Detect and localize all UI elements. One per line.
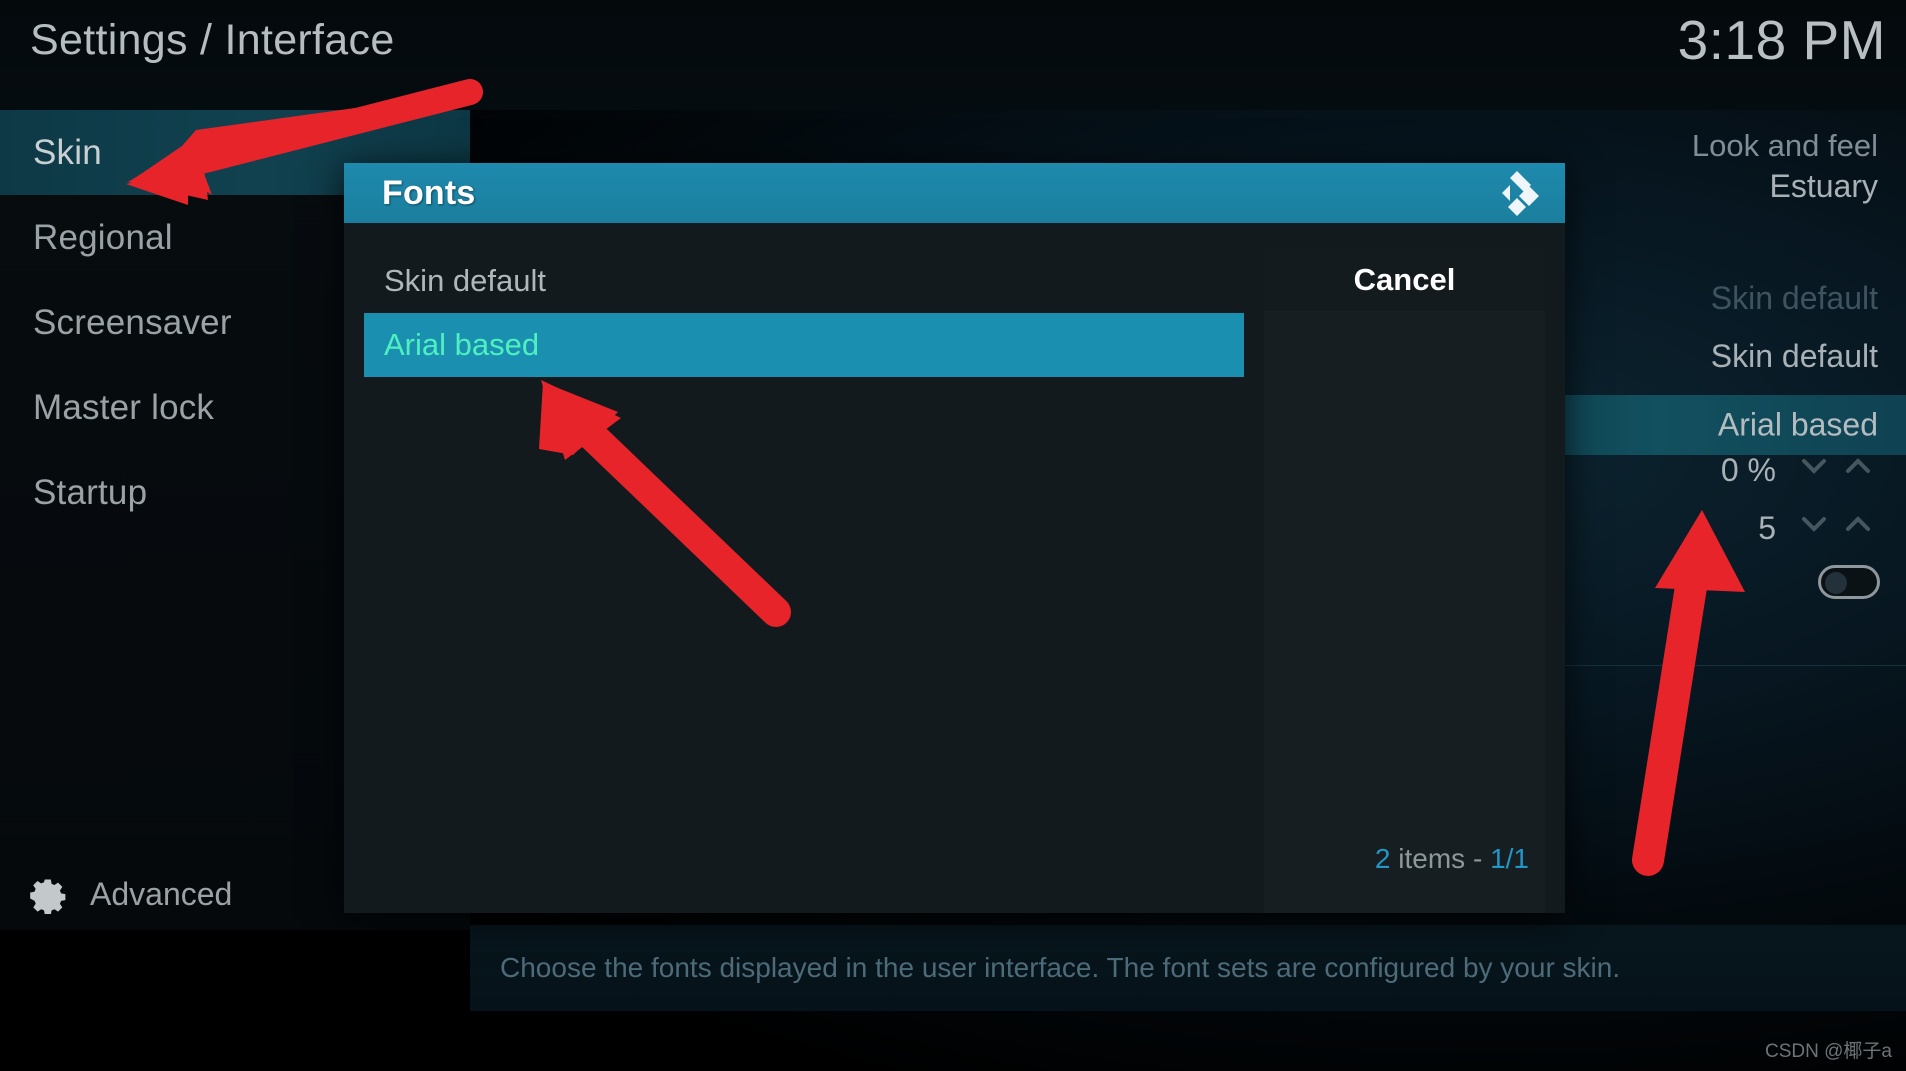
description-bar: Choose the fonts displayed in the user i… (470, 925, 1906, 1011)
settings-row-skin-default-value[interactable]: Skin default (1711, 338, 1878, 375)
fonts-dialog: Fonts Skin default Arial based Cancel 2 … (344, 163, 1565, 913)
chevron-up-icon (1846, 458, 1870, 473)
settings-row-colors-value[interactable]: Skin default (1711, 280, 1878, 317)
sidebar-item-label: Regional (33, 218, 173, 257)
sidebar-item-label: Screensaver (33, 303, 232, 342)
sidebar-advanced-label: Advanced (90, 875, 233, 912)
sidebar-item-label: Startup (33, 473, 148, 512)
option-label: Skin default (384, 263, 546, 298)
settings-row-font-label: Arial based (1717, 406, 1878, 443)
dialog-side-pane: Cancel 2 items - 1/1 (1264, 249, 1545, 913)
top-bar: Settings / Interface 3:18 PM (0, 0, 1906, 110)
font-options-list: Skin default Arial based (364, 249, 1244, 881)
dialog-title: Fonts (382, 173, 476, 212)
section-heading-look-and-feel: Look and feel (1691, 128, 1878, 163)
gear-icon (28, 874, 68, 914)
watermark: CSDN @椰子a (1765, 1041, 1892, 1062)
clock: 3:18 PM (1677, 9, 1886, 71)
item-count: 2 items - 1/1 (1375, 843, 1529, 875)
kodi-settings-screen: Settings / Interface 3:18 PM Skin Region… (0, 0, 1906, 1071)
dialog-body: Skin default Arial based Cancel 2 items … (344, 223, 1565, 913)
chevron-down-icon (1802, 459, 1826, 474)
dialog-header: Fonts (344, 163, 1565, 223)
sidebar-item-label: Skin (33, 133, 102, 172)
item-count-total: 2 (1374, 843, 1391, 874)
chevron-down-icon (1802, 517, 1826, 532)
description-text: Choose the fonts displayed in the user i… (500, 952, 1621, 983)
settings-row-scroll-value: 5 (1758, 510, 1776, 546)
page-title: Settings / Interface (30, 16, 395, 64)
settings-row-skin-value[interactable]: Estuary (1770, 168, 1878, 205)
option-label: Arial based (384, 327, 540, 362)
item-count-page: 1/1 (1490, 843, 1529, 874)
cancel-button[interactable]: Cancel (1264, 249, 1545, 311)
chevron-up-icon (1846, 516, 1870, 531)
scroll-spinner[interactable] (1798, 512, 1882, 538)
rss-toggle[interactable] (1818, 565, 1880, 599)
item-count-label: items - (1398, 843, 1483, 874)
kodi-logo-icon (1491, 167, 1543, 219)
dialog-option-skin-default[interactable]: Skin default (364, 249, 1244, 313)
zoom-spinner[interactable] (1798, 454, 1882, 480)
dialog-option-arial-based[interactable]: Arial based (364, 313, 1244, 377)
sidebar-item-label: Master lock (33, 388, 215, 427)
settings-row-zoom-value: 0 % (1720, 452, 1776, 488)
